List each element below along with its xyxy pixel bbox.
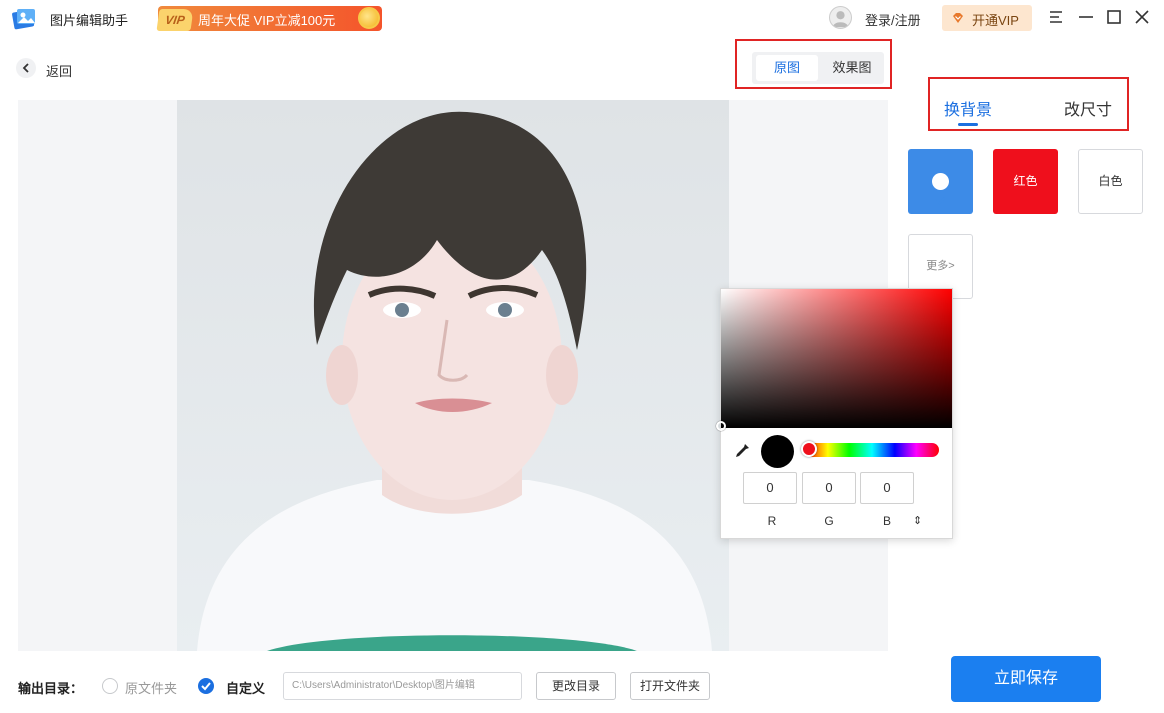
eyedropper-icon[interactable] [733, 442, 751, 460]
chevron-left-icon [16, 58, 36, 78]
promo-vip-tag: VIP [156, 9, 194, 31]
vip-diamond-icon [953, 13, 963, 23]
promo-text: 周年大促 VIP立减100元 [198, 13, 336, 28]
change-dir-button[interactable]: 更改目录 [536, 672, 616, 700]
hue-handle[interactable] [801, 441, 817, 457]
check-icon [932, 173, 949, 205]
check-icon [201, 682, 211, 691]
red-label: R [767, 514, 777, 528]
user-icon [832, 11, 849, 28]
saturation-area[interactable] [721, 289, 952, 428]
blue-input[interactable]: 0 [860, 472, 914, 504]
color-preview [761, 435, 794, 468]
portrait-photo [177, 100, 729, 651]
minimize-icon[interactable] [1077, 8, 1095, 26]
output-path-field[interactable]: C:\Users\Administrator\Desktop\图片编辑 [283, 672, 522, 700]
title-bar: 图片编辑助手 VIP 周年大促 VIP立减100元 登录/注册 开通VIP [0, 0, 1164, 36]
tab-result[interactable]: 效果图 [821, 55, 883, 81]
tab-original[interactable]: 原图 [756, 55, 818, 81]
promo-banner[interactable]: VIP 周年大促 VIP立减100元 [156, 6, 382, 31]
vip-button-label: 开通VIP [972, 13, 1019, 28]
blue-label: B [882, 514, 891, 528]
swatch-red[interactable]: 红色 [993, 149, 1058, 214]
tab-change-background[interactable]: 换背景 [944, 96, 992, 120]
open-folder-button[interactable]: 打开文件夹 [630, 672, 710, 700]
back-label: 返回 [46, 64, 73, 79]
login-link[interactable]: 登录/注册 [865, 10, 921, 29]
close-icon[interactable] [1133, 8, 1151, 26]
menu-icon[interactable] [1047, 8, 1065, 26]
color-mode-toggle-icon[interactable]: ⇕ [913, 514, 922, 527]
open-vip-button[interactable]: 开通VIP [942, 5, 1032, 31]
tab-resize[interactable]: 改尺寸 [1064, 96, 1112, 120]
color-picker: 0 0 0 R G B ⇕ [716, 288, 953, 539]
hue-slider[interactable] [805, 443, 939, 457]
save-now-button[interactable]: 立即保存 [951, 656, 1101, 702]
app-title: 图片编辑助手 [50, 13, 129, 28]
swatch-white[interactable]: 白色 [1078, 149, 1143, 214]
app-logo-icon [12, 9, 35, 30]
green-label: G [824, 514, 834, 528]
avatar[interactable] [829, 6, 852, 29]
radio-source-folder-label[interactable]: 原文件夹 [125, 678, 177, 697]
radio-custom[interactable] [198, 678, 214, 694]
green-input[interactable]: 0 [802, 472, 856, 504]
view-toggle: 原图 效果图 [752, 52, 884, 84]
radio-source-folder[interactable] [102, 678, 118, 694]
active-tab-indicator [958, 123, 978, 126]
radio-custom-label[interactable]: 自定义 [226, 678, 265, 697]
maximize-icon[interactable] [1105, 8, 1123, 26]
red-input[interactable]: 0 [743, 472, 797, 504]
saturation-handle[interactable] [716, 421, 726, 431]
swatch-blue-selected[interactable] [908, 149, 973, 214]
output-dir-label: 输出目录： [18, 681, 84, 696]
coin-icon [358, 7, 380, 29]
